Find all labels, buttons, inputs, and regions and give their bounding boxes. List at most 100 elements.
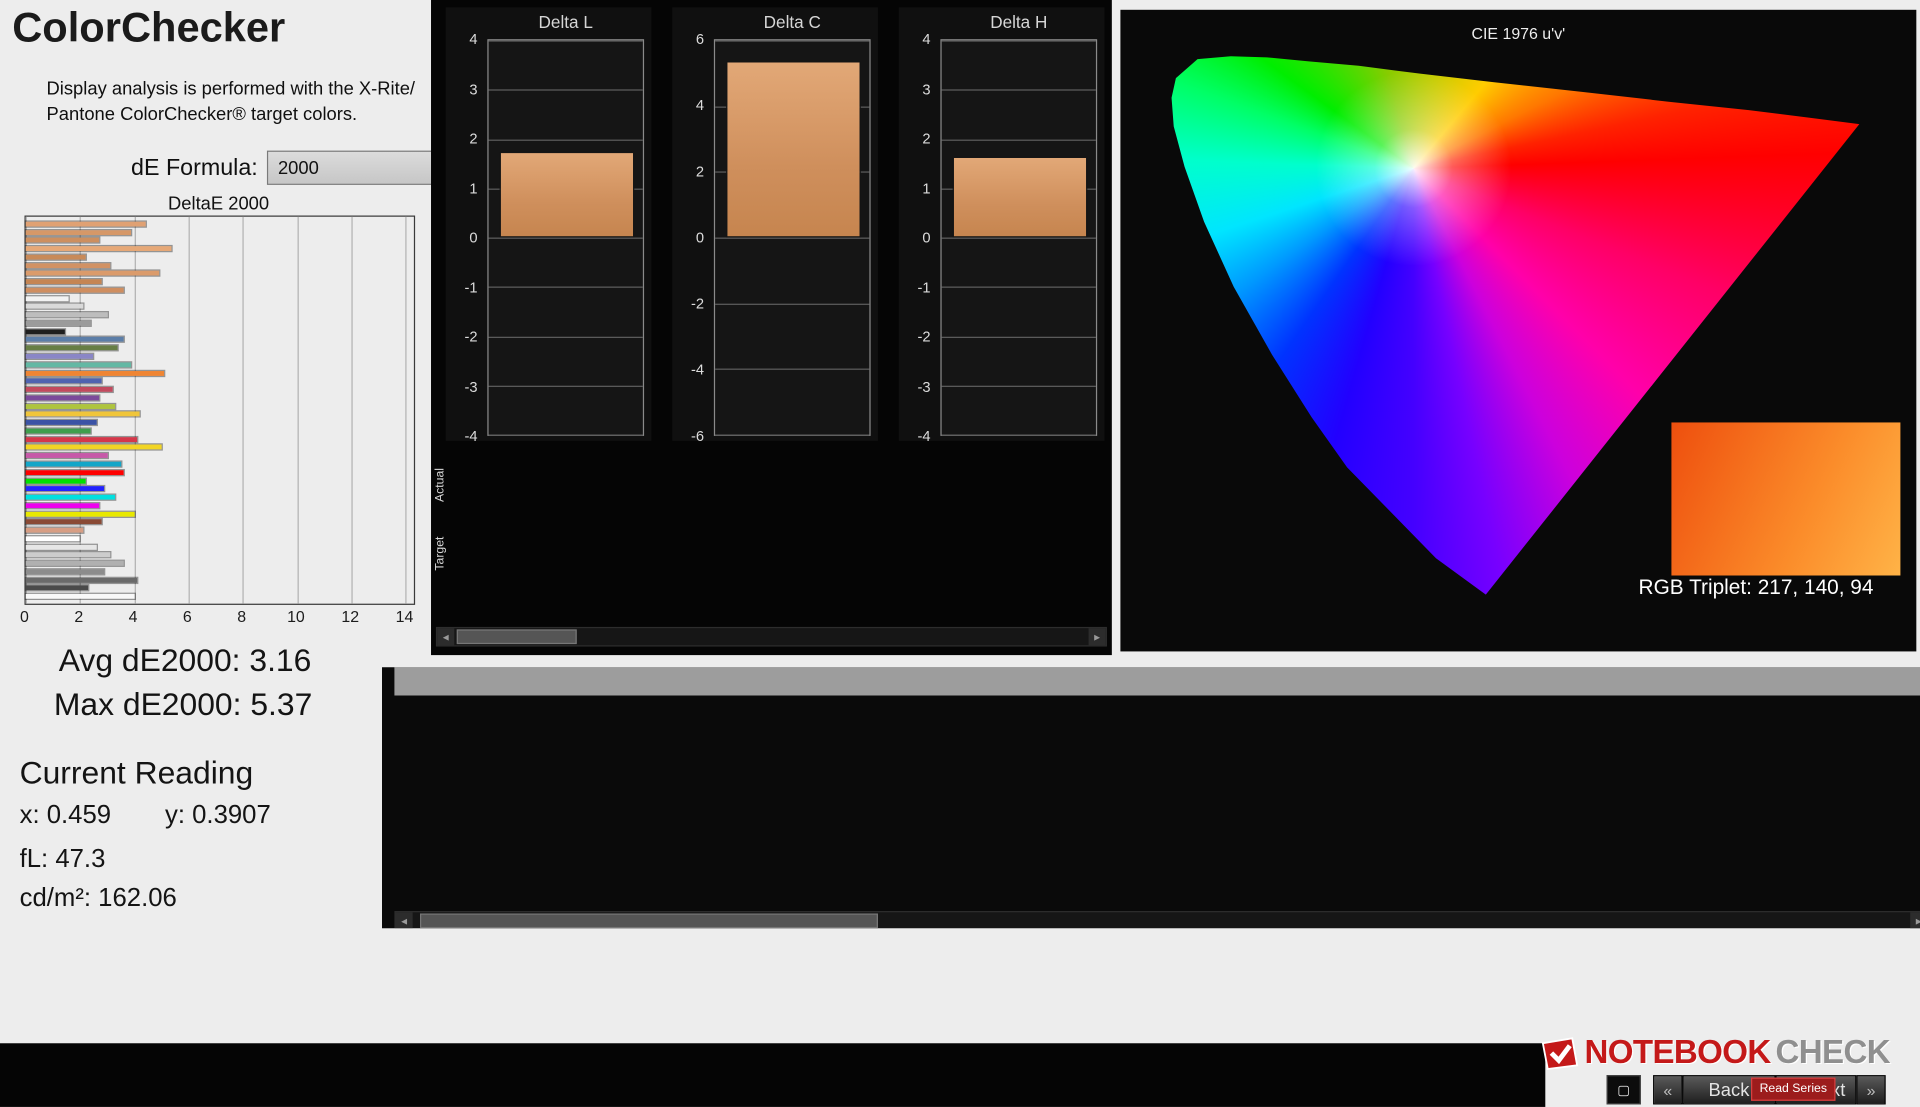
deltae-bar <box>24 253 87 261</box>
window-icon[interactable]: ▢ <box>1606 1075 1641 1105</box>
patch-strip-scrollbar[interactable]: ◄ ► <box>435 626 1107 647</box>
deltae-bar <box>24 319 93 327</box>
deltae-bar <box>24 394 101 402</box>
deltae-bar <box>24 501 101 510</box>
table-scroll-track[interactable] <box>413 912 1911 929</box>
patch-scroll-thumb[interactable] <box>456 629 577 645</box>
deltae-bar <box>24 493 117 501</box>
colorchecker-page: ColorChecker Display analysis is perform… <box>0 0 1920 1107</box>
table-scrollbar[interactable]: ◄ ► <box>394 911 1920 929</box>
deltae-bar <box>24 220 147 228</box>
delta-h-title: Delta H <box>990 12 1048 32</box>
measurement-table: ◄ ► <box>382 667 1920 929</box>
deltae-bar <box>24 510 136 518</box>
x-tick-label: 0 <box>20 607 29 626</box>
deltae-bar <box>24 576 139 584</box>
deltae-bar <box>24 468 125 477</box>
x-tick-label: 14 <box>395 607 414 626</box>
brand-text-check: CHECK <box>1775 1033 1891 1071</box>
y-tick-label: -4 <box>691 361 705 379</box>
gridline <box>941 286 1096 289</box>
patch-scroll-track[interactable] <box>454 628 1088 645</box>
gridline <box>941 385 1096 387</box>
delta-c-plot <box>713 39 871 436</box>
table-scroll-thumb[interactable] <box>419 913 878 929</box>
y-tick-label: -4 <box>464 427 478 445</box>
page-title: ColorChecker <box>12 4 286 52</box>
cie-zoom-overlay-box <box>1671 422 1901 576</box>
deltae-bar <box>24 418 98 427</box>
gridline <box>941 434 1096 436</box>
max-de2000-value: Max dE2000: 5.37 <box>53 685 313 723</box>
target-row-label: Target <box>433 536 447 571</box>
scroll-left-icon[interactable]: ◄ <box>437 628 455 646</box>
deltae-bar <box>24 460 122 468</box>
deltae-bar <box>24 551 112 559</box>
current-luminance-value: cd/m²: 162.06 <box>19 884 177 913</box>
next-chevron-icon[interactable]: » <box>1856 1075 1886 1105</box>
deltae-bar <box>24 336 125 344</box>
notebookcheck-logo-icon <box>1541 1036 1579 1070</box>
table-header-row <box>394 667 1920 696</box>
description-line-2: Pantone ColorChecker® target colors. <box>46 104 358 125</box>
delta-h-bar <box>952 156 1088 238</box>
current-y-value: y: 0.3907 <box>164 800 271 829</box>
read-series-tooltip[interactable]: Read Series <box>1751 1077 1836 1101</box>
delta-h-chart: Delta H 4 3 2 1 0 -1 -2 -3 -4 <box>898 7 1105 444</box>
scroll-right-icon[interactable]: ► <box>1910 912 1920 929</box>
y-tick-label: 0 <box>469 228 478 247</box>
gridline <box>715 368 870 371</box>
de-formula-label: dE Formula: <box>131 155 258 182</box>
deltae-bar <box>24 584 90 592</box>
y-tick-label: 0 <box>922 228 931 247</box>
cie-plot-area <box>1169 49 1901 610</box>
deltae-bar <box>24 385 114 394</box>
gridline <box>715 303 870 305</box>
scroll-left-icon[interactable]: ◄ <box>395 912 413 929</box>
deltae-bar <box>24 485 106 493</box>
gridline <box>488 40 643 42</box>
deltae-bar <box>24 377 103 385</box>
cie-diagram-title: CIE 1976 u'v' <box>1471 24 1566 43</box>
deltae-bar <box>24 360 133 369</box>
gridline <box>941 336 1096 338</box>
delta-l-plot <box>487 39 645 436</box>
deltae-bar <box>24 452 109 460</box>
de-formula-value: 2000 <box>277 157 319 179</box>
y-tick-label: -1 <box>464 278 478 296</box>
deltae-bar <box>24 427 93 435</box>
x-tick-label: 12 <box>341 607 360 626</box>
deltae-bar <box>24 559 125 568</box>
deltae-bar <box>24 518 103 526</box>
delta-c-chart: Delta C 6 4 2 0 -2 -4 -6 <box>672 7 878 445</box>
delta-c-y-axis: 6 4 2 0 -2 -4 -6 <box>672 31 709 445</box>
current-fl-value: fL: 47.3 <box>19 844 106 874</box>
delta-l-bar <box>499 151 635 238</box>
deltae-bar <box>24 568 106 576</box>
scroll-right-icon[interactable]: ► <box>1088 628 1106 646</box>
delta-l-y-axis: 4 3 2 1 0 -1 -2 -3 -4 <box>446 31 483 445</box>
x-tick-label: 8 <box>237 607 247 626</box>
y-tick-label: 4 <box>469 30 478 48</box>
gridline <box>715 434 870 436</box>
deltae-bar <box>24 286 125 294</box>
deltae-bar <box>24 402 117 410</box>
deltae2000-x-axis: 0 2 4 6 8 10 12 14 <box>20 607 414 627</box>
y-tick-label: -3 <box>917 377 931 395</box>
deltae2000-chart <box>24 215 416 605</box>
back-chevron-icon[interactable]: « <box>1653 1075 1683 1105</box>
y-tick-label: 4 <box>695 96 705 114</box>
cie-diagram-panel: CIE 1976 u'v' RGB Triplet: 217, 140, 94 <box>1120 9 1917 652</box>
y-tick-label: 1 <box>469 179 478 197</box>
current-reading-xy: x: 0.459 y: 0.3907 <box>20 801 271 830</box>
deltae-bar <box>24 369 166 377</box>
gridline <box>941 40 1096 42</box>
gridline <box>488 336 643 338</box>
cie-y-axis <box>1120 49 1164 610</box>
delta-charts-panel: Delta L 4 3 2 1 0 -1 -2 -3 -4 Delta C 6 4 2 0 -2 -4 -6… <box>431 0 1112 656</box>
delta-h-plot <box>940 39 1098 436</box>
deltae-bar <box>24 278 103 286</box>
gridline <box>488 138 643 141</box>
delta-c-bar <box>725 60 862 238</box>
deltae-bar <box>24 302 84 311</box>
